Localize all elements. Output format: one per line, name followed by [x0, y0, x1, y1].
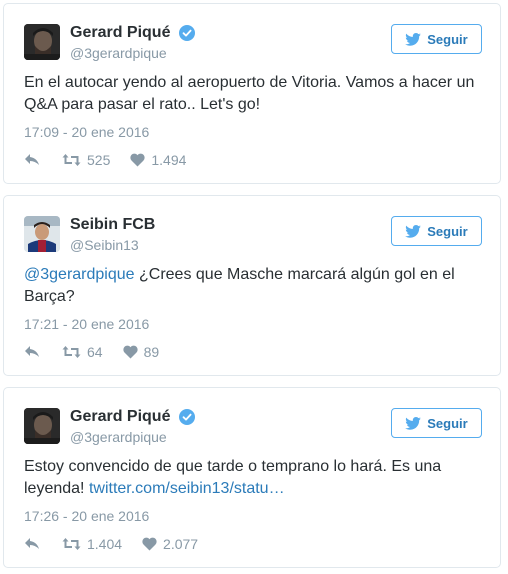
follow-button[interactable]: Seguir	[391, 24, 482, 54]
tweet-text: Estoy convencido de que tarde o temprano…	[24, 456, 480, 500]
reply-icon	[24, 345, 40, 359]
follow-button[interactable]: Seguir	[391, 408, 482, 438]
user-handle[interactable]: @Seibin13	[70, 236, 155, 254]
tweet-actions: 525 1.494	[24, 150, 186, 170]
user-info: Gerard Piqué @3gerardpique	[70, 407, 195, 446]
like-count: 2.077	[163, 536, 199, 552]
twitter-bird-icon	[405, 224, 422, 238]
reply-button[interactable]	[24, 345, 40, 359]
user-info: Gerard Piqué @3gerardpique	[70, 23, 195, 62]
avatar[interactable]	[24, 216, 60, 252]
follow-label: Seguir	[427, 223, 468, 239]
retweet-count: 1.404	[87, 536, 123, 552]
tweet-text: @3gerardpique ¿Crees que Masche marcará …	[24, 264, 480, 308]
retweet-icon	[62, 345, 81, 359]
tweet-card: Seibin FCB @Seibin13 Seguir @3gerardpiqu…	[3, 195, 501, 376]
heart-icon	[130, 153, 145, 167]
like-button[interactable]: 1.494	[130, 152, 186, 168]
follow-label: Seguir	[427, 415, 468, 431]
reply-icon	[24, 153, 40, 167]
reply-icon	[24, 537, 40, 551]
twitter-bird-icon	[405, 32, 422, 46]
display-name[interactable]: Seibin FCB	[70, 215, 155, 235]
tweet-card: Gerard Piqué @3gerardpique Seguir Estoy …	[3, 387, 501, 568]
retweet-button[interactable]: 1.404	[62, 536, 122, 552]
like-count: 1.494	[151, 152, 187, 168]
retweet-icon	[62, 153, 81, 167]
user-info: Seibin FCB @Seibin13	[70, 215, 155, 254]
follow-button[interactable]: Seguir	[391, 216, 482, 246]
user-handle[interactable]: @3gerardpique	[70, 44, 195, 62]
like-button[interactable]: 89	[122, 344, 160, 360]
retweet-icon	[62, 537, 81, 551]
like-count: 89	[143, 344, 160, 360]
display-name[interactable]: Gerard Piqué	[70, 407, 170, 427]
heart-icon	[122, 345, 138, 359]
tweet-actions: 1.404 2.077	[24, 534, 198, 554]
like-button[interactable]: 2.077	[142, 536, 198, 552]
retweet-count: 64	[87, 344, 103, 360]
verified-badge-icon	[178, 25, 195, 41]
mention-link[interactable]: @3gerardpique	[24, 266, 135, 283]
tweet-timestamp[interactable]: 17:09 - 20 ene 2016	[24, 123, 149, 141]
tweet-card: Gerard Piqué @3gerardpique Seguir En el …	[3, 3, 501, 184]
retweet-button[interactable]: 64	[62, 344, 103, 360]
avatar[interactable]	[24, 408, 60, 444]
twitter-bird-icon	[405, 416, 422, 430]
follow-label: Seguir	[427, 31, 468, 47]
display-name[interactable]: Gerard Piqué	[70, 23, 170, 43]
tweet-actions: 64 89	[24, 342, 159, 362]
user-handle[interactable]: @3gerardpique	[70, 428, 195, 446]
tweet-body: En el autocar yendo al aeropuerto de Vit…	[24, 74, 475, 113]
retweet-button[interactable]: 525	[62, 152, 110, 168]
reply-button[interactable]	[24, 153, 40, 167]
reply-button[interactable]	[24, 537, 40, 551]
tweet-timestamp[interactable]: 17:26 - 20 ene 2016	[24, 507, 149, 525]
tweet-link[interactable]: twitter.com/seibin13/statu…	[89, 480, 285, 497]
tweet-timestamp[interactable]: 17:21 - 20 ene 2016	[24, 315, 149, 333]
tweet-text: En el autocar yendo al aeropuerto de Vit…	[24, 72, 480, 116]
avatar[interactable]	[24, 24, 60, 60]
heart-icon	[142, 537, 157, 551]
retweet-count: 525	[87, 152, 111, 168]
verified-badge-icon	[178, 409, 195, 425]
